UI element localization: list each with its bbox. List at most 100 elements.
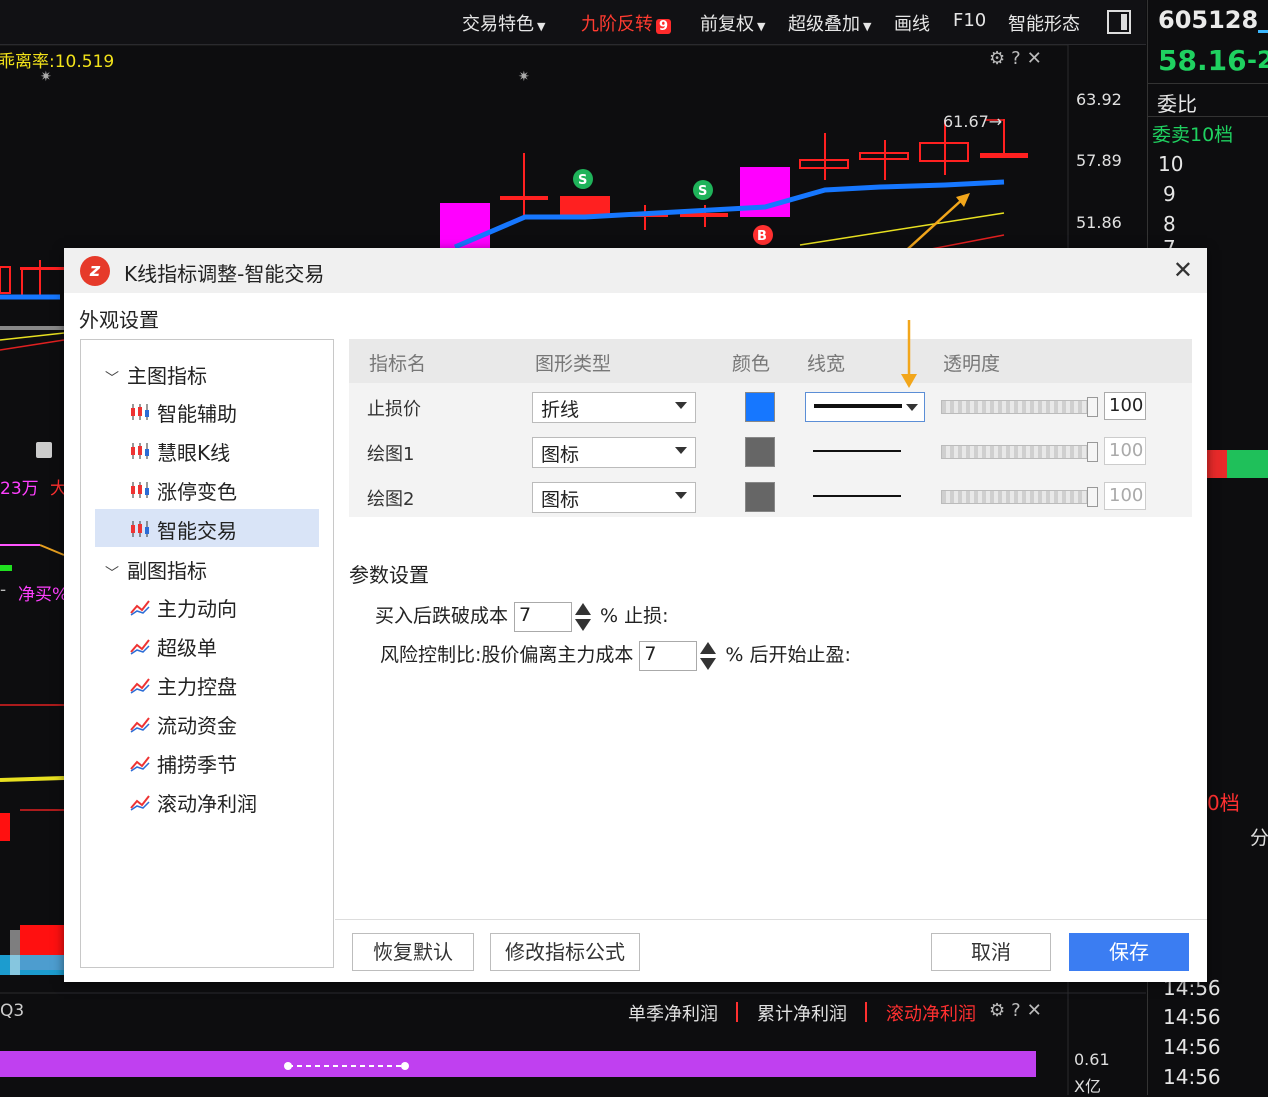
col-opacity: 透明度: [943, 353, 1001, 375]
close-icon[interactable]: ✕: [1173, 256, 1193, 284]
candle-chart-icon: [131, 482, 149, 498]
netbuy-label: 净买%: [18, 585, 69, 605]
chevron-down-icon: ﹀: [105, 566, 119, 582]
toolbar-draw-line[interactable]: 画线: [894, 10, 930, 36]
chevron-down-icon: ﹀: [105, 371, 119, 387]
indicator-value: 乖离率:10.519: [0, 52, 115, 72]
col-name: 指标名: [369, 353, 427, 375]
small-icon[interactable]: [36, 442, 52, 458]
spinner-arrows-icon[interactable]: [700, 641, 717, 672]
app-logo-icon: z: [80, 256, 110, 286]
opacity-slider[interactable]: [941, 442, 1098, 462]
bottom-chart-controls[interactable]: ⚙?✕: [989, 1000, 1048, 1021]
price-tick: 57.89: [1076, 151, 1122, 170]
opacity-input[interactable]: 100: [1104, 482, 1146, 510]
dropdown-arrow-icon: [906, 404, 918, 411]
color-swatch[interactable]: [745, 392, 775, 422]
line-chart-icon: [130, 639, 150, 655]
line-chart-icon: [130, 678, 150, 694]
panel-toggle-icon[interactable]: [1107, 10, 1131, 34]
tree-item-main-force[interactable]: 主力动向: [95, 587, 319, 625]
toolbar-smart-pattern[interactable]: 智能形态: [1008, 10, 1080, 36]
amount-label: 23万: [0, 479, 39, 499]
price-tick: 51.86: [1076, 213, 1122, 232]
tree-item-eye-kline[interactable]: 慧眼K线: [95, 431, 319, 469]
opacity-input[interactable]: 100: [1104, 437, 1146, 465]
indicator-tree: ﹀ 主图指标 智能辅助 慧眼K线 涨停变色 智能交易 ﹀ 副图指标 主力动向 超级单: [80, 339, 334, 968]
trade-time: 14:56: [1163, 1065, 1221, 1089]
svg-text:✷: ✷: [518, 69, 530, 85]
toolbar-f10[interactable]: F10: [953, 10, 986, 31]
dropdown-arrow-icon: [675, 402, 687, 409]
tab-rolling-profit[interactable]: 滚动净利润: [886, 1000, 976, 1026]
candle-chart-icon: [131, 404, 149, 420]
slider-knob[interactable]: [1087, 397, 1098, 417]
appearance-label: 外观设置: [79, 308, 159, 332]
opacity-slider[interactable]: [941, 397, 1098, 417]
type-select[interactable]: 图标: [532, 482, 696, 513]
param-stop-loss: 买入后跌破成本 7% 止损:: [375, 601, 669, 632]
opacity-slider[interactable]: [941, 487, 1098, 507]
line-width-display: [805, 482, 923, 510]
take-profit-input[interactable]: 7: [639, 640, 717, 671]
candle-chart-icon: [131, 521, 149, 537]
tree-item-limit-up-color[interactable]: 涨停变色: [95, 470, 319, 508]
svg-text:S: S: [698, 184, 707, 199]
stop-loss-input[interactable]: 7: [514, 601, 592, 632]
toolbar-trade-feature[interactable]: 交易特色 ▼: [462, 10, 545, 36]
dialog-title-bar[interactable]: z K线指标调整-智能交易 ✕: [64, 248, 1207, 293]
bottom-axis-unit: X亿: [1074, 1077, 1101, 1096]
edit-formula-button[interactable]: 修改指标公式: [490, 933, 640, 971]
tree-item-season[interactable]: 捕捞季节: [95, 743, 319, 781]
slider-knob[interactable]: [1087, 487, 1098, 507]
weibi-label: 委比: [1157, 92, 1197, 116]
indicator-style-table: 指标名 图形类型 颜色 线宽 透明度 止损价 折线 100 绘图1 图标 100…: [349, 339, 1192, 517]
save-button[interactable]: 保存: [1069, 933, 1189, 971]
fen-label: 分: [1250, 827, 1268, 849]
tree-item-control[interactable]: 主力控盘: [95, 665, 319, 703]
tree-group-main[interactable]: ﹀ 主图指标: [105, 360, 207, 389]
restore-default-button[interactable]: 恢复默认: [352, 933, 474, 971]
slider-knob[interactable]: [1087, 442, 1098, 462]
toolbar-nine-reversal[interactable]: 九阶反转 9: [581, 10, 672, 36]
indicator-settings-dialog: z K线指标调整-智能交易 ✕ 外观设置 ﹀ 主图指标 智能辅助 慧眼K线 涨停变…: [64, 248, 1207, 982]
ask-level: 8: [1163, 212, 1176, 236]
line-width-display: [805, 437, 923, 465]
trade-time: 14:56: [1163, 1035, 1221, 1059]
stock-change: -2: [1247, 46, 1268, 74]
top-toolbar: 交易特色 ▼ 九阶反转 9 前复权 ▼ 超级叠加 ▼ 画线 F10 智能形态: [0, 0, 1146, 45]
tree-item-liquidity[interactable]: 流动资金: [95, 704, 319, 742]
ask-level: 9: [1163, 182, 1176, 206]
type-select[interactable]: 折线: [532, 392, 696, 423]
side-level-label: 0档: [1207, 791, 1240, 815]
tab-quarter-profit[interactable]: 单季净利润: [628, 1000, 718, 1026]
tree-item-smart-assist[interactable]: 智能辅助: [95, 392, 319, 430]
tree-item-super-order[interactable]: 超级单: [95, 626, 319, 664]
opacity-input[interactable]: 100: [1104, 392, 1146, 420]
spinner-arrows-icon[interactable]: [575, 602, 592, 633]
candle: [500, 196, 548, 200]
line-chart-icon: [130, 795, 150, 811]
svg-text:B: B: [757, 229, 767, 244]
line-chart-icon: [130, 600, 150, 616]
toolbar-forward-adjust[interactable]: 前复权 ▼: [700, 10, 765, 36]
tree-item-rolling-profit[interactable]: 滚动净利润: [95, 782, 319, 820]
tree-group-sub[interactable]: ﹀ 副图指标: [105, 555, 207, 584]
nine-badge: 9: [656, 19, 672, 34]
cancel-button[interactable]: 取消: [931, 933, 1051, 971]
tree-item-smart-trade[interactable]: 智能交易: [95, 509, 319, 547]
ratio-bar-red: [1207, 450, 1227, 478]
chart-controls[interactable]: ⚙?✕: [989, 48, 1048, 69]
type-select[interactable]: 图标: [532, 437, 696, 468]
color-swatch[interactable]: [745, 437, 775, 467]
high-price-marker: 61.67→: [943, 112, 1003, 131]
color-swatch[interactable]: [745, 482, 775, 512]
ask10-label[interactable]: 委卖10档: [1152, 120, 1233, 147]
line-width-select[interactable]: [805, 392, 925, 422]
toolbar-super-overlay[interactable]: 超级叠加 ▼: [788, 10, 871, 36]
tab-cumulative-profit[interactable]: 累计净利润: [757, 1000, 847, 1026]
col-color: 颜色: [732, 353, 771, 375]
dash-label: -: [0, 580, 7, 600]
row-name: 绘图1: [367, 444, 415, 465]
stock-code: 605128: [1158, 6, 1259, 34]
